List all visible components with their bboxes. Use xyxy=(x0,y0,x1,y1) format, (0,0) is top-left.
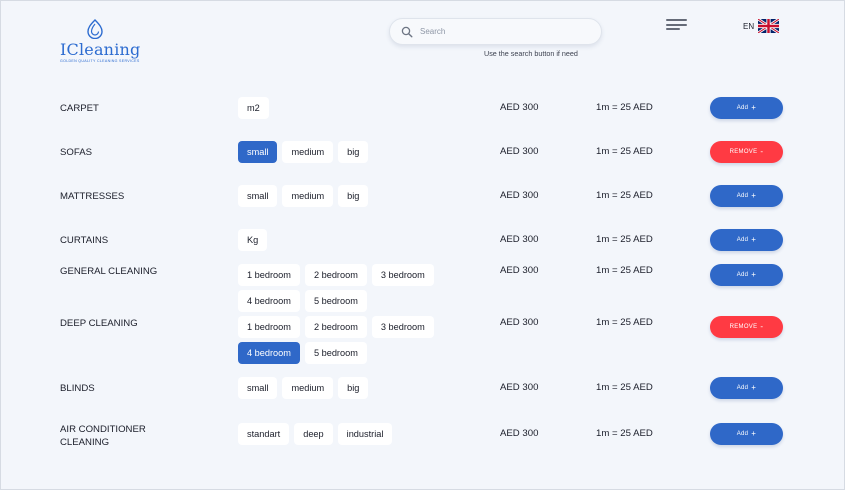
remove-button[interactable]: REMOVE - xyxy=(710,316,783,338)
service-price: AED 300 xyxy=(500,317,539,328)
add-button[interactable]: Add + xyxy=(710,377,783,399)
minus-icon: - xyxy=(760,147,764,156)
service-rate: 1m = 25 AED xyxy=(596,146,653,157)
language-code: EN xyxy=(743,21,755,31)
service-name: CARPET xyxy=(60,103,99,114)
option-chip[interactable]: 2 bedroom xyxy=(304,316,367,338)
service-name: CURTAINS xyxy=(60,235,109,246)
service-price: AED 300 xyxy=(500,428,539,439)
option-chip[interactable]: deep xyxy=(294,423,333,445)
action-label: Add xyxy=(736,385,749,391)
action-label: Add xyxy=(736,193,749,199)
option-chip[interactable]: 5 bedroom xyxy=(304,290,367,312)
option-group: m2 xyxy=(238,97,453,123)
option-chip[interactable]: small xyxy=(238,141,278,163)
add-button[interactable]: Add + xyxy=(710,423,783,445)
language-selector[interactable]: EN xyxy=(743,19,780,33)
option-chip[interactable]: big xyxy=(338,185,369,207)
service-price: AED 300 xyxy=(500,382,539,393)
service-rate: 1m = 25 AED xyxy=(596,102,653,113)
option-chip[interactable]: big xyxy=(338,141,369,163)
option-group: standart deep industrial xyxy=(238,423,453,449)
plus-icon: + xyxy=(751,191,757,200)
add-button[interactable]: Add + xyxy=(710,229,783,251)
service-price: AED 300 xyxy=(500,102,539,113)
plus-icon: + xyxy=(751,103,757,112)
service-name: AIR CONDITIONER CLEANING xyxy=(60,424,146,448)
service-price: AED 300 xyxy=(500,234,539,245)
service-rate: 1m = 25 AED xyxy=(596,190,653,201)
service-rate: 1m = 25 AED xyxy=(596,317,653,328)
action-label: REMOVE xyxy=(729,149,758,155)
service-rate: 1m = 25 AED xyxy=(596,265,653,276)
option-chip[interactable]: big xyxy=(338,377,369,399)
option-chip[interactable]: 2 bedroom xyxy=(304,264,367,286)
service-price: AED 300 xyxy=(500,146,539,157)
plus-icon: + xyxy=(751,235,757,244)
option-group: Kg xyxy=(238,229,453,255)
service-name: MATTRESSES xyxy=(60,191,125,202)
add-button[interactable]: Add + xyxy=(710,185,783,207)
option-chip[interactable]: Kg xyxy=(238,229,268,251)
search-icon[interactable] xyxy=(401,26,413,38)
service-name: SOFAS xyxy=(60,147,92,158)
plus-icon: + xyxy=(751,383,757,392)
option-chip[interactable]: 1 bedroom xyxy=(238,316,300,338)
option-chip[interactable]: 5 bedroom xyxy=(304,342,367,364)
option-chip[interactable]: 4 bedroom xyxy=(238,342,300,364)
option-chip[interactable]: 4 bedroom xyxy=(238,290,300,312)
brand-name: ICleaning xyxy=(60,40,141,59)
service-price: AED 300 xyxy=(500,190,539,201)
option-group: small medium big xyxy=(238,377,453,403)
hamburger-menu-icon[interactable] xyxy=(666,19,687,30)
service-name: DEEP CLEANING xyxy=(60,318,138,329)
minus-icon: - xyxy=(760,322,764,331)
option-chip[interactable]: medium xyxy=(282,141,334,163)
option-chip[interactable]: industrial xyxy=(337,423,393,445)
brand-tagline: GOLDEN QUALITY CLEANING SERVICES xyxy=(60,59,140,63)
remove-button[interactable]: REMOVE - xyxy=(710,141,783,163)
page: ICleaning GOLDEN QUALITY CLEANING SERVIC… xyxy=(0,0,845,490)
option-chip[interactable]: m2 xyxy=(238,97,269,119)
add-button[interactable]: Add + xyxy=(710,264,783,286)
action-label: Add xyxy=(736,105,749,111)
action-label: Add xyxy=(736,237,749,243)
search-hint: Use the search button if need xyxy=(484,49,578,58)
option-chip[interactable]: medium xyxy=(282,377,334,399)
add-button[interactable]: Add + xyxy=(710,97,783,119)
search-input[interactable] xyxy=(420,27,590,36)
option-group: 1 bedroom 2 bedroom 3 bedroom 4 bedroom 5 be… xyxy=(238,316,453,368)
plus-icon: + xyxy=(751,429,757,438)
option-chip[interactable]: small xyxy=(238,185,278,207)
service-price: AED 300 xyxy=(500,265,539,276)
plus-icon: + xyxy=(751,270,757,279)
option-group: small medium big xyxy=(238,141,453,167)
option-chip[interactable]: 3 bedroom xyxy=(371,264,434,286)
option-chip[interactable]: standart xyxy=(238,423,290,445)
action-label: Add xyxy=(736,272,749,278)
option-chip[interactable]: 3 bedroom xyxy=(371,316,434,338)
service-rate: 1m = 25 AED xyxy=(596,382,653,393)
service-name: GENERAL CLEANING xyxy=(60,266,158,277)
option-chip[interactable]: medium xyxy=(282,185,334,207)
action-label: REMOVE xyxy=(729,324,758,330)
search-bar[interactable] xyxy=(389,18,602,45)
service-rate: 1m = 25 AED xyxy=(596,428,653,439)
brand-logo[interactable]: ICleaning GOLDEN QUALITY CLEANING SERVIC… xyxy=(60,19,140,65)
action-label: Add xyxy=(736,431,749,437)
droplet-logo-icon xyxy=(87,19,103,39)
option-chip[interactable]: small xyxy=(238,377,278,399)
service-name: BLINDS xyxy=(60,383,95,394)
service-rate: 1m = 25 AED xyxy=(596,234,653,245)
uk-flag-icon xyxy=(758,19,780,33)
option-chip[interactable]: 1 bedroom xyxy=(238,264,300,286)
option-group: 1 bedroom 2 bedroom 3 bedroom 4 bedroom 5 be… xyxy=(238,264,453,316)
option-group: small medium big xyxy=(238,185,453,211)
